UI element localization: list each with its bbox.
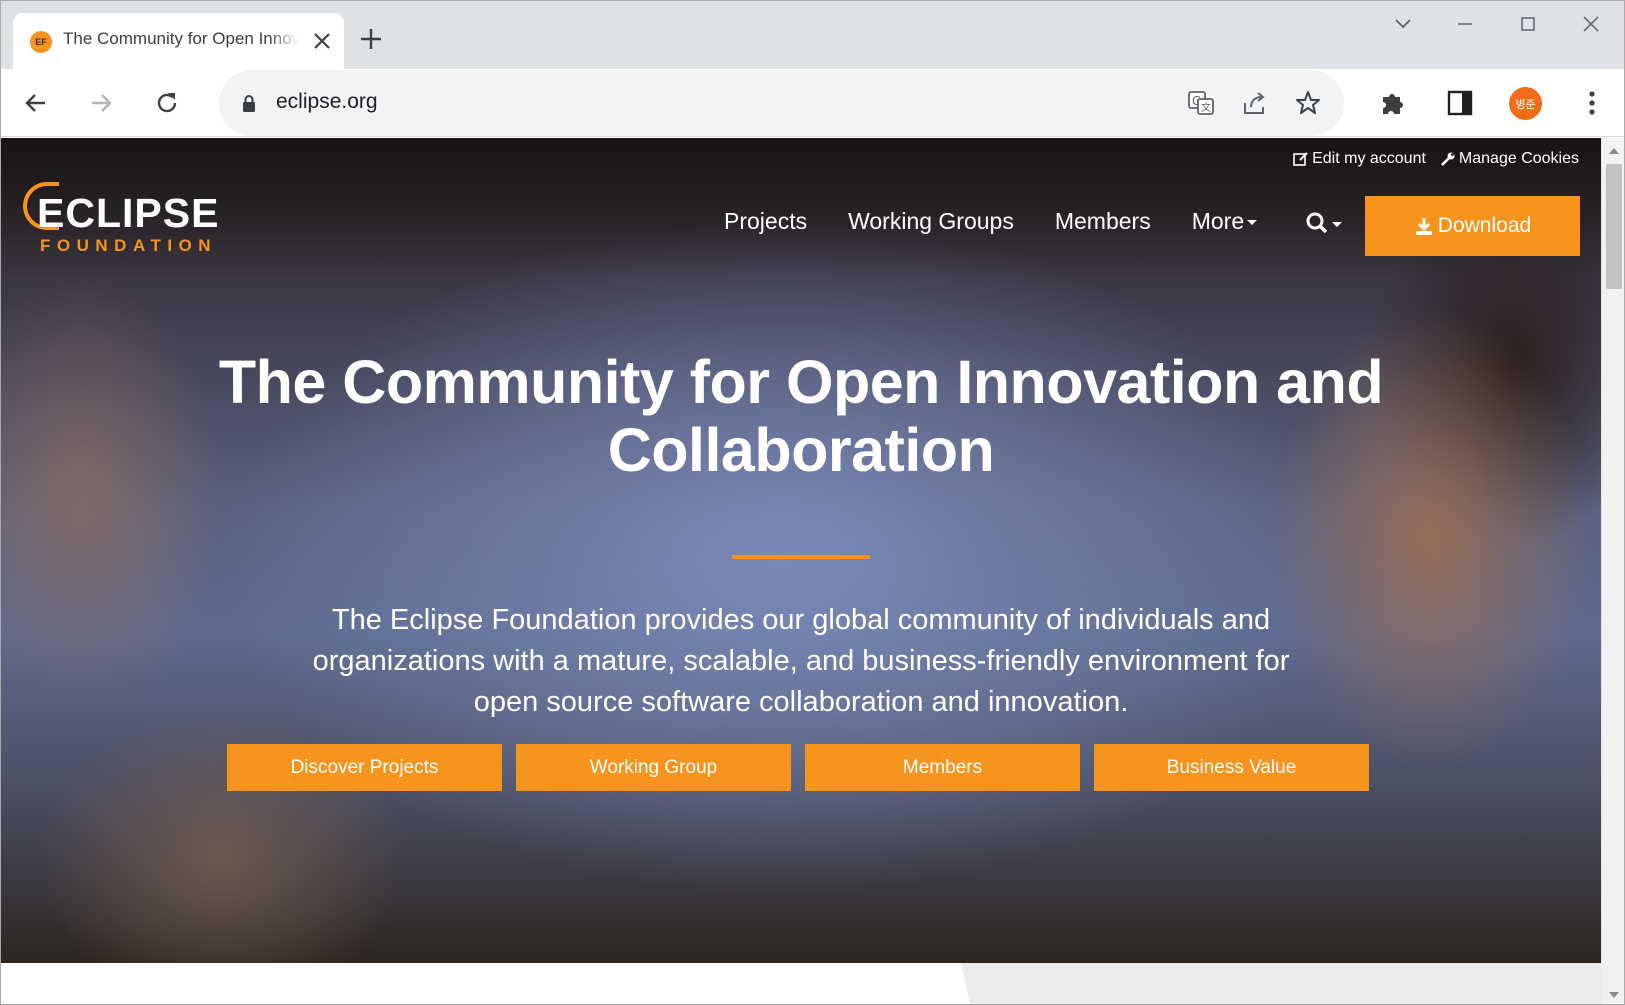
hero-headline: The Community for Open Innovation and Co… <box>218 348 1384 484</box>
edit-account-link[interactable]: Edit my account <box>1293 150 1426 168</box>
chevron-down-icon <box>1395 19 1411 29</box>
maximize-icon <box>1521 17 1535 31</box>
forward-icon <box>92 94 112 112</box>
scrollbar-thumb[interactable] <box>1606 164 1622 289</box>
search-icon <box>1306 212 1328 234</box>
utility-links: Edit my account Manage Cookies <box>1293 150 1579 168</box>
nav-label: Members <box>1054 208 1151 234</box>
menu-icon <box>1589 91 1595 115</box>
back-button[interactable] <box>18 85 54 121</box>
eclipse-foundation-logo[interactable]: ECLIPSE FOUNDATION <box>23 180 243 260</box>
forward-button[interactable] <box>83 85 119 121</box>
section-decoration <box>961 963 1601 1004</box>
download-icon <box>1415 218 1432 235</box>
translate-icon[interactable]: G文 <box>1185 87 1217 119</box>
caret-down-icon <box>1332 221 1342 227</box>
reload-button[interactable] <box>149 85 185 121</box>
nav-label: Projects <box>724 208 808 234</box>
discover-projects-button[interactable]: Discover Projects <box>227 744 502 791</box>
nav-item-projects[interactable]: Projects <box>724 208 807 235</box>
tab-title: The Community for Open Innovation and Co… <box>63 29 299 49</box>
download-button[interactable]: Download <box>1365 196 1580 256</box>
nav-label: Working Groups <box>848 208 1014 234</box>
hero-description: The Eclipse Foundation provides our glob… <box>312 604 1290 718</box>
share-icon[interactable] <box>1239 87 1271 119</box>
plus-icon <box>361 29 381 49</box>
nav-item-members[interactable]: Members <box>1055 208 1151 235</box>
page-scrollbar[interactable] <box>1601 138 1624 1004</box>
search-toggle[interactable] <box>1305 211 1342 235</box>
close-icon <box>1583 16 1599 32</box>
tab-strip: EF The Community for Open Innovation and… <box>1 1 1624 69</box>
side-panel-button[interactable] <box>1442 85 1478 121</box>
favicon-icon: EF <box>30 31 52 53</box>
maximize-button[interactable] <box>1498 9 1558 39</box>
nav-label: More <box>1191 208 1245 234</box>
edit-icon <box>1293 152 1308 166</box>
caret-down-icon <box>1247 220 1258 225</box>
edit-account-label: Edit my account <box>1312 150 1426 167</box>
browser-tab[interactable]: EF The Community for Open Innovation and… <box>13 13 344 69</box>
url-text[interactable]: eclipse.org <box>276 90 378 114</box>
extensions-icon <box>1383 94 1403 114</box>
main-nav: Projects Working Groups Members More <box>724 208 1298 235</box>
logo-main-text: ECLIPSE <box>37 190 220 236</box>
browser-menu-button[interactable] <box>1574 85 1610 121</box>
browser-window: EF The Community for Open Innovation and… <box>0 0 1625 1005</box>
nav-item-working-groups[interactable]: Working Groups <box>848 208 1014 235</box>
scroll-up-arrow-icon[interactable] <box>1609 148 1619 154</box>
side-panel-icon <box>1447 90 1473 116</box>
browser-toolbar: eclipse.org G文 병준 <box>1 69 1624 137</box>
manage-cookies-link[interactable]: Manage Cookies <box>1440 150 1579 168</box>
extensions-button[interactable] <box>1375 85 1411 121</box>
hero-divider <box>732 555 870 559</box>
nav-item-more[interactable]: More <box>1191 208 1258 235</box>
next-section <box>1 963 1601 1004</box>
hero-section: Edit my account Manage Cookies ECLIPSE F… <box>1 138 1601 963</box>
wrench-icon <box>1441 152 1455 166</box>
page-viewport: Edit my account Manage Cookies ECLIPSE F… <box>1 138 1601 1004</box>
business-value-button[interactable]: Business Value <box>1094 744 1369 791</box>
minimize-icon <box>1458 23 1472 25</box>
tab-search-button[interactable] <box>1373 9 1433 39</box>
logo-sub-text: FOUNDATION <box>40 236 218 255</box>
working-group-button[interactable]: Working Group <box>516 744 791 791</box>
address-bar[interactable]: eclipse.org G文 <box>219 70 1344 136</box>
svg-text:文: 文 <box>1201 101 1211 114</box>
download-label: Download <box>1437 214 1532 237</box>
back-icon <box>25 94 45 112</box>
bookmark-star-icon[interactable] <box>1292 87 1324 119</box>
cta-buttons: Discover Projects Working Group Members … <box>227 744 1369 791</box>
profile-avatar[interactable]: 병준 <box>1509 87 1542 120</box>
reload-icon <box>157 93 177 113</box>
manage-cookies-label: Manage Cookies <box>1458 150 1579 167</box>
close-icon[interactable] <box>309 28 335 54</box>
minimize-button[interactable] <box>1435 9 1495 39</box>
lock-icon[interactable] <box>241 94 257 119</box>
scroll-down-arrow-icon[interactable] <box>1609 992 1619 998</box>
window-close-button[interactable] <box>1561 9 1621 39</box>
members-button[interactable]: Members <box>805 744 1080 791</box>
new-tab-button[interactable] <box>357 25 385 53</box>
